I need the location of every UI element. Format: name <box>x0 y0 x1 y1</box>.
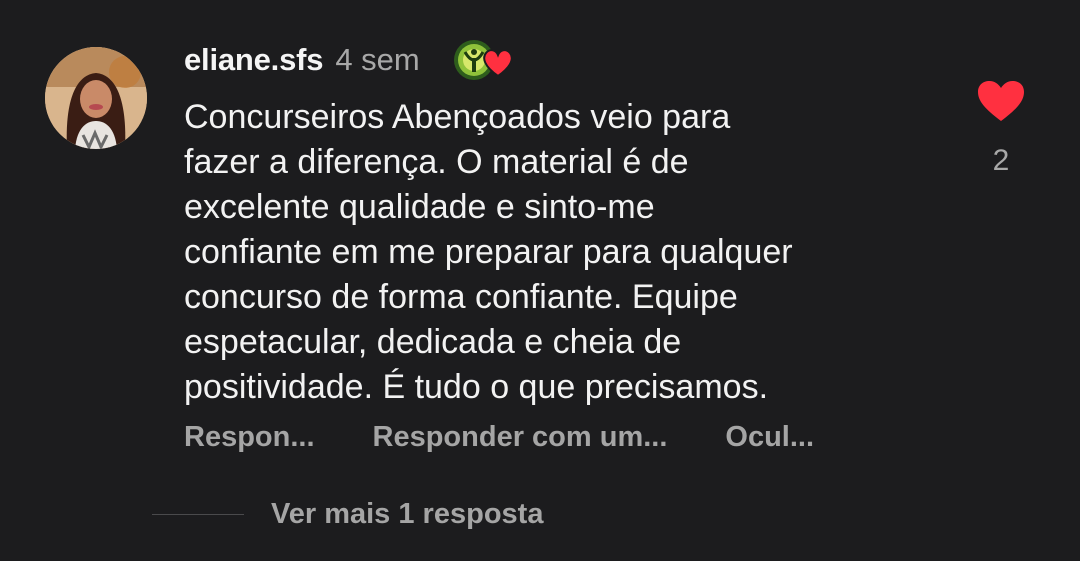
comment-text: Concurseiros Abençoados veio para fazer … <box>184 98 793 406</box>
timestamp: 4 sem <box>335 42 420 77</box>
avatar-photo <box>45 47 147 149</box>
reply-divider <box>152 513 244 515</box>
view-more-replies[interactable]: Ver mais 1 resposta <box>152 492 543 536</box>
comment-header: eliane.sfs 4 sem <box>184 38 520 82</box>
view-more-replies-label[interactable]: Ver mais 1 resposta <box>271 498 543 531</box>
comment-actions: Respon... Responder com um... Ocul... <box>184 416 814 458</box>
heart-icon[interactable] <box>976 80 1026 122</box>
reply-button[interactable]: Respon... <box>184 421 315 454</box>
like-count: 2 <box>992 144 1010 177</box>
avatar[interactable] <box>45 47 147 149</box>
like-button[interactable]: 2 <box>976 80 1026 178</box>
reply-with-button[interactable]: Responder com um... <box>373 421 668 454</box>
hide-button[interactable]: Ocul... <box>725 421 814 454</box>
creator-liked-heart-icon <box>453 38 520 82</box>
username[interactable]: eliane.sfs <box>184 42 324 78</box>
